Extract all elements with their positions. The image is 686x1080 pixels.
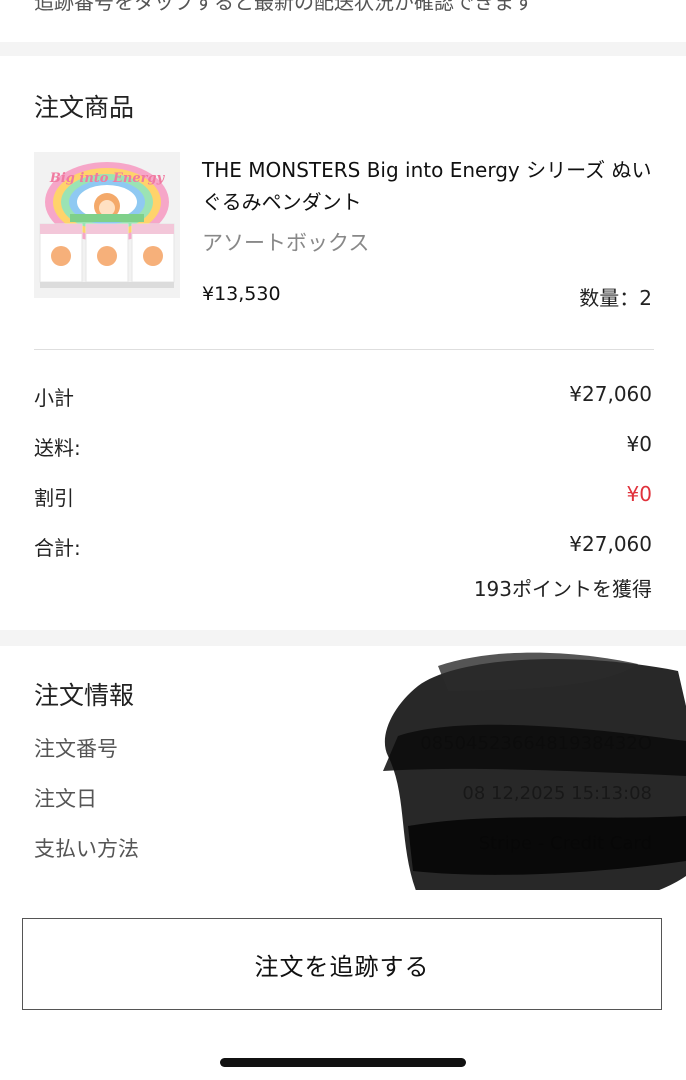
track-order-button[interactable]: 注文を追跡する (22, 918, 662, 1010)
total-row: 合計: ¥27,060 (34, 532, 652, 564)
payment-method-label: 支払い方法 (34, 837, 139, 861)
total-label: 合計: (34, 536, 81, 560)
tracking-hint-strip: 追跡番号をタップすると最新の配送状況が確認できます (0, 0, 686, 42)
order-date-row: 注文日 08 12,2025 15:13:08 (34, 783, 652, 813)
order-date-label: 注文日 (34, 787, 97, 811)
discount-row: 割引 ¥0 (34, 482, 652, 514)
subtotal-value: ¥27,060 (569, 382, 652, 406)
order-items-title: 注文商品 (34, 93, 135, 122)
product-box-image: Big into Energy (34, 152, 180, 298)
payment-method-row: 支払い方法 Stripe - Credit Card (34, 833, 652, 863)
product-name[interactable]: THE MONSTERS Big into Energy シリーズ ぬいぐるみペ… (202, 154, 657, 218)
product-quantity: 数量：2 (579, 282, 652, 311)
product-variant: アソートボックス (202, 231, 370, 255)
svg-text:Big into Energy: Big into Energy (49, 171, 166, 186)
order-number-label: 注文番号 (34, 737, 118, 761)
order-number-row: 注文番号 0850452366481938432O (34, 733, 652, 763)
points-earned: 193ポイントを獲得 (473, 577, 652, 601)
tracking-hint-text: 追跡番号をタップすると最新の配送状況が確認できます (34, 0, 534, 14)
product-thumbnail[interactable]: Big into Energy (34, 152, 180, 298)
quantity-value: 2 (639, 286, 652, 310)
divider (34, 349, 654, 350)
order-number-value[interactable]: 0850452366481938432O (420, 733, 652, 754)
shipping-value: ¥0 (626, 432, 652, 456)
payment-method-value: Stripe - Credit Card (478, 833, 652, 854)
order-info-section: 注文情報 注文番号 0850452366481938432O 注文日 08 12… (0, 646, 686, 890)
order-items-section: 注文商品 Big into Energy THE MONSTERS Big in… (0, 56, 686, 630)
product-price: ¥13,530 (202, 283, 281, 305)
discount-value: ¥0 (626, 482, 652, 506)
discount-label: 割引 (34, 486, 74, 510)
total-value: ¥27,060 (569, 532, 652, 556)
order-date-value: 08 12,2025 15:13:08 (462, 783, 652, 804)
shipping-label: 送料: (34, 436, 81, 460)
subtotal-row: 小計 ¥27,060 (34, 382, 652, 414)
order-info-title: 注文情報 (34, 681, 135, 710)
shipping-row: 送料: ¥0 (34, 432, 652, 464)
quantity-label: 数量： (579, 286, 640, 310)
subtotal-label: 小計 (34, 386, 74, 410)
home-indicator (220, 1058, 466, 1067)
